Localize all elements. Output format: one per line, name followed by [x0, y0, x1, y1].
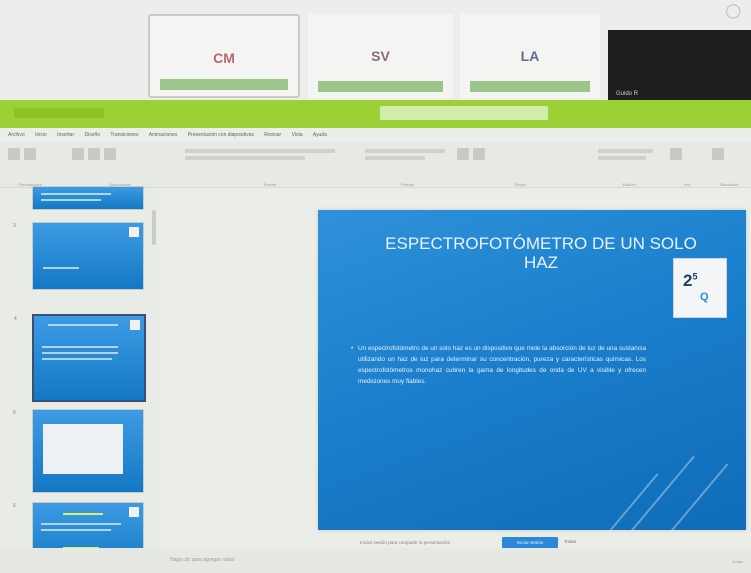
participant-initials: SV — [371, 48, 390, 64]
slide-thumbnail-panel: 3 4 5 6 — [0, 186, 152, 573]
shapes-icon[interactable] — [457, 148, 469, 160]
slide-thumbnail[interactable]: 5 — [13, 409, 144, 493]
notes-placeholder[interactable]: Haga clic para agregar notas — [170, 557, 234, 563]
slide-title[interactable]: ESPECTROFOTÓMETRO DE UN SOLO HAZ — [376, 234, 706, 272]
tab-slideshow[interactable]: Presentación con diapositivas — [188, 132, 254, 138]
bullet-icon: • — [351, 345, 354, 352]
section-icon[interactable] — [104, 148, 116, 160]
participant-tile-sv[interactable]: SV — [308, 14, 453, 98]
participant-name: Guido R — [616, 91, 639, 97]
ribbon-group-font: Fuente — [185, 146, 355, 187]
logo-image: 25 Q — [673, 258, 727, 318]
signin-button[interactable]: Iniciar sesión — [502, 537, 558, 548]
status-bar: Haga clic para agregar notas Notas — [0, 548, 751, 573]
ribbon-group-designer: Diseñador — [710, 146, 748, 187]
logo-letter: Q — [700, 291, 709, 303]
designer-icon[interactable] — [712, 148, 724, 160]
logo-icon — [130, 320, 140, 330]
ribbon-group-drawing: Dibujo — [455, 146, 585, 187]
video-strip: CM SV LA Guido R ◯ — [0, 0, 751, 108]
logo-number: 25 — [683, 271, 698, 290]
logo-icon — [129, 507, 139, 517]
participant-initials: LA — [520, 48, 540, 64]
participant-initials: CM — [213, 50, 235, 66]
quick-access-toolbar[interactable] — [14, 108, 104, 118]
participant-name — [318, 81, 443, 92]
notice-dismiss[interactable]: Todas — [564, 539, 576, 544]
notes-toggle[interactable]: Notas — [733, 559, 743, 564]
new-slide-icon[interactable] — [72, 148, 84, 160]
ribbon-group-paragraph: Párrafo — [365, 146, 450, 187]
arrange-icon[interactable] — [473, 148, 485, 160]
participant-name — [470, 81, 590, 92]
current-slide[interactable]: ESPECTROFOTÓMETRO DE UN SOLO HAZ 25 Q • … — [318, 210, 746, 530]
microphone-icon[interactable] — [670, 148, 682, 160]
ribbon-group-voice: Voz — [668, 146, 706, 187]
slide-thumbnail[interactable] — [32, 186, 144, 210]
tab-insert[interactable]: Insertar — [57, 132, 74, 138]
ribbon-tabs: Archivo Inicio Insertar Diseño Transicio… — [0, 128, 751, 142]
font-format-buttons[interactable] — [185, 156, 305, 160]
people-icon[interactable]: ◯ — [725, 2, 741, 19]
copy-icon[interactable] — [24, 148, 36, 160]
thumbnail-scrollbar[interactable] — [152, 210, 156, 245]
tab-home[interactable]: Inicio — [35, 132, 47, 138]
tab-transitions[interactable]: Transiciones — [110, 132, 138, 138]
ribbon-group-editing: Edición — [598, 146, 660, 187]
paragraph-buttons[interactable] — [365, 149, 445, 153]
replace-button[interactable] — [598, 156, 646, 160]
search-input[interactable] — [380, 106, 548, 120]
find-button[interactable] — [598, 149, 653, 153]
ribbon-group-clipboard: Portapapeles — [6, 146, 54, 187]
slide-body-text[interactable]: • Un espectrofotómetro de un solo haz es… — [351, 343, 646, 387]
logo-icon — [129, 227, 139, 237]
slide-thumbnail-image — [43, 424, 123, 474]
ribbon: Portapapeles Diapositivas Fuente Párrafo… — [0, 142, 751, 188]
signin-notice-text: Iniciar sesión para compartir la present… — [360, 540, 451, 545]
paste-icon[interactable] — [8, 148, 20, 160]
slide-thumbnail[interactable]: 3 — [13, 222, 144, 290]
alignment-buttons[interactable] — [365, 156, 425, 160]
layout-icon[interactable] — [88, 148, 100, 160]
tab-view[interactable]: Vista — [292, 132, 303, 138]
slide-thumbnail-selected[interactable]: 4 — [14, 314, 146, 402]
font-selector[interactable] — [185, 149, 335, 153]
tab-animations[interactable]: Animaciones — [149, 132, 178, 138]
tab-help[interactable]: Ayuda — [313, 132, 327, 138]
ribbon-group-slides: Diapositivas — [70, 146, 170, 187]
tab-file[interactable]: Archivo — [8, 132, 25, 138]
participant-tile-la[interactable]: LA — [460, 14, 600, 98]
tab-review[interactable]: Revisar — [264, 132, 281, 138]
app-title-bar — [0, 100, 751, 128]
participant-tile-cm[interactable]: CM — [148, 14, 300, 98]
tab-design[interactable]: Diseño — [85, 132, 101, 138]
participant-name — [160, 79, 288, 90]
participant-tile-video[interactable]: Guido R — [608, 30, 751, 108]
